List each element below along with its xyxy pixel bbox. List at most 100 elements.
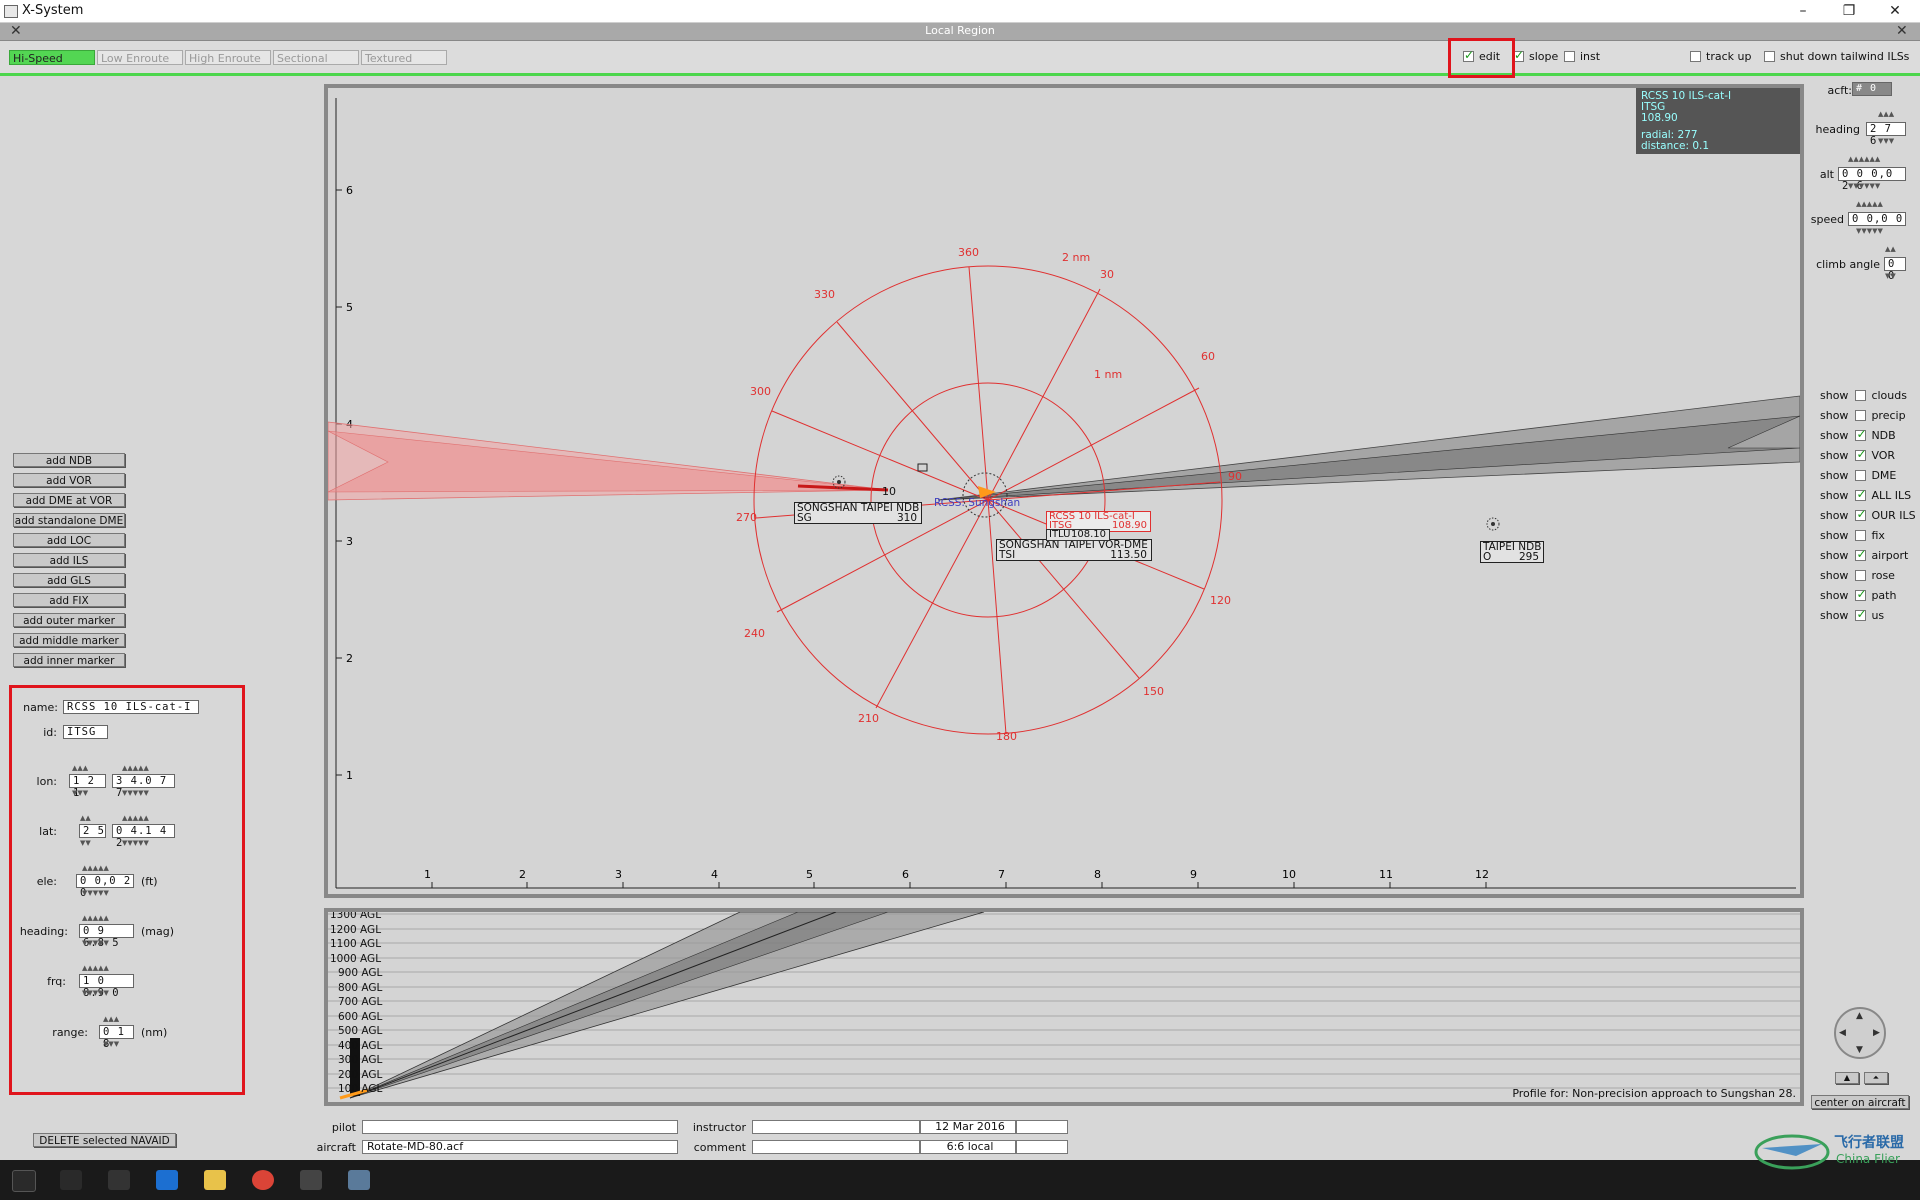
comment-field[interactable] — [752, 1140, 920, 1154]
range-field[interactable]: 0 1 8 — [99, 1025, 134, 1050]
time-field[interactable]: 6:6 local — [920, 1140, 1016, 1154]
checkbox-icon[interactable] — [1855, 507, 1867, 521]
checkbox-icon[interactable] — [1690, 51, 1701, 62]
range-up-arrows[interactable]: ▲▲▲ — [103, 1015, 119, 1023]
inst-checkbox[interactable]: inst — [1564, 50, 1600, 63]
add-gls-button[interactable]: add GLS — [13, 573, 125, 587]
lon-deg-field[interactable]: 1 2 1 — [69, 774, 106, 799]
checkbox-icon[interactable] — [1564, 51, 1575, 62]
navaid-label-taipei-ndb[interactable]: TAIPEI NDB O 295 — [1480, 541, 1544, 563]
acft-alt-field[interactable]: 0 0 0,0 2 6 — [1838, 167, 1906, 192]
extra-field-2[interactable] — [1016, 1140, 1068, 1154]
acft-select[interactable]: # 0 — [1852, 82, 1892, 96]
checkbox-icon[interactable] — [1855, 470, 1867, 481]
show-airport-row[interactable]: show airport — [1820, 547, 1908, 562]
acft-climb-up-arrows[interactable]: ▲▲ — [1885, 245, 1896, 253]
add-vor-button[interactable]: add VOR — [13, 473, 125, 487]
close-window-button[interactable]: ✕ — [1872, 0, 1918, 22]
show-rose-row[interactable]: show rose — [1820, 569, 1895, 582]
pan-up-icon[interactable]: ▲ — [1856, 1011, 1863, 1021]
track-up-checkbox[interactable]: track up — [1690, 50, 1751, 63]
frq-down-arrows[interactable]: ▼▼▼▼▼ — [82, 989, 109, 997]
acft-speed-down-arrows[interactable]: ▼▼▼▼▼ — [1856, 227, 1883, 235]
pan-control[interactable]: ▲ ▼ ◀ ▶ — [1834, 1007, 1886, 1059]
add-outer-marker-button[interactable]: add outer marker — [13, 613, 125, 627]
lon-deg-up-arrows[interactable]: ▲▲▲ — [72, 764, 88, 772]
checkbox-icon[interactable] — [1764, 51, 1775, 62]
start-icon[interactable] — [12, 1170, 36, 1192]
lat-deg-field[interactable]: 2 5 — [79, 824, 106, 838]
task-view-icon[interactable] — [108, 1170, 130, 1190]
add-inner-marker-button[interactable]: add inner marker — [13, 653, 125, 667]
zoom-in-button[interactable]: ▲ — [1835, 1072, 1859, 1084]
show-us-row[interactable]: show us — [1820, 607, 1884, 622]
frq-up-arrows[interactable]: ▲▲▲▲▲ — [82, 964, 109, 972]
acft-heading-up-arrows[interactable]: ▲▲▲ — [1878, 110, 1894, 118]
lon-min-up-arrows[interactable]: ▲▲▲▲▲ — [122, 764, 149, 772]
add-middle-marker-button[interactable]: add middle marker — [13, 633, 125, 647]
slope-checkbox[interactable]: slope — [1513, 48, 1558, 63]
lon-min-down-arrows[interactable]: ▼▼▼▼▼ — [122, 789, 149, 797]
show-path-row[interactable]: show path — [1820, 587, 1896, 602]
navaid-label-songshan-vor[interactable]: SONGSHAN TAIPEI VOR-DME TSI 113.50 — [996, 539, 1152, 561]
acft-alt-up-arrows[interactable]: ▲▲▲▲▲▲ — [1848, 155, 1880, 163]
region-close-right-icon[interactable]: ✕ — [1896, 23, 1908, 39]
heading-down-arrows[interactable]: ▼▼▼▼▼ — [82, 939, 109, 947]
add-loc-button[interactable]: add LOC — [13, 533, 125, 547]
ele-up-arrows[interactable]: ▲▲▲▲▲ — [82, 864, 109, 872]
checkbox-icon[interactable] — [1855, 587, 1867, 601]
checkbox-icon[interactable] — [1855, 487, 1867, 501]
delete-navaid-button[interactable]: DELETE selected NAVAID — [33, 1133, 176, 1147]
checkbox-icon[interactable] — [1855, 427, 1867, 441]
aircraft-field[interactable]: Rotate-MD-80.acf — [362, 1140, 678, 1154]
id-field[interactable]: ITSG — [63, 725, 108, 739]
ndb-taipei-icon[interactable] — [1486, 517, 1500, 531]
shut-down-tailwind-checkbox[interactable]: shut down tailwind ILSs — [1764, 50, 1909, 63]
show-clouds-row[interactable]: show clouds — [1820, 389, 1907, 402]
region-close-left-icon[interactable]: ✕ — [10, 23, 22, 39]
xsystem-taskbar-icon[interactable] — [348, 1170, 370, 1190]
checkbox-icon[interactable] — [1855, 547, 1867, 561]
add-dme-at-vor-button[interactable]: add DME at VOR — [13, 493, 125, 507]
acft-heading-down-arrows[interactable]: ▼▼▼ — [1878, 137, 1894, 145]
app-icon-taskbar[interactable] — [300, 1170, 322, 1190]
chrome-icon[interactable] — [252, 1170, 274, 1190]
pan-left-icon[interactable]: ◀ — [1839, 1028, 1846, 1038]
restore-button[interactable]: ❐ — [1826, 0, 1872, 22]
pan-down-icon[interactable]: ▼ — [1856, 1045, 1863, 1055]
lat-deg-down-arrows[interactable]: ▼▼ — [80, 839, 91, 847]
checkbox-icon[interactable] — [1855, 607, 1867, 621]
date-field[interactable]: 12 Mar 2016 — [920, 1120, 1016, 1134]
ils-label-itlu[interactable]: ITLU 108.10 — [1046, 529, 1110, 541]
checkbox-icon[interactable] — [1855, 447, 1867, 461]
add-fix-button[interactable]: add FIX — [13, 593, 125, 607]
ele-field[interactable]: 0 0,0 2 0 — [76, 874, 134, 899]
frq-field[interactable]: 1 0 8.9 0 — [79, 974, 134, 999]
checkbox-icon[interactable] — [1855, 570, 1867, 581]
pilot-field[interactable] — [362, 1120, 678, 1134]
edge-icon[interactable] — [156, 1170, 178, 1190]
extra-field-1[interactable] — [1016, 1120, 1068, 1134]
zoom-out-button[interactable]: ⏶ — [1864, 1072, 1888, 1084]
tab-hi-speed[interactable]: Hi-Speed — [9, 50, 95, 65]
show-precip-row[interactable]: show precip — [1820, 409, 1906, 422]
show-dme-row[interactable]: show DME — [1820, 469, 1896, 482]
tab-high-enroute[interactable]: High Enroute — [185, 50, 271, 65]
lat-deg-up-arrows[interactable]: ▲▲ — [80, 814, 91, 822]
show-our-ils-row[interactable]: show OUR ILS — [1820, 507, 1916, 522]
center-on-aircraft-button[interactable]: center on aircraft — [1811, 1095, 1909, 1109]
tab-low-enroute[interactable]: Low Enroute — [97, 50, 183, 65]
lat-min-up-arrows[interactable]: ▲▲▲▲▲ — [122, 814, 149, 822]
acft-speed-field[interactable]: 0 0,0 0 — [1848, 212, 1906, 226]
show-ndb-row[interactable]: show NDB — [1820, 427, 1896, 442]
checkbox-icon[interactable] — [1855, 410, 1867, 421]
heading-field[interactable]: 0 9 6.8 5 — [79, 924, 134, 949]
acft-heading-field[interactable]: 2 7 6 — [1866, 122, 1906, 147]
heading-up-arrows[interactable]: ▲▲▲▲▲ — [82, 914, 109, 922]
show-vor-row[interactable]: show VOR — [1820, 447, 1895, 462]
add-ndb-button[interactable]: add NDB — [13, 453, 125, 467]
show-fix-row[interactable]: show fix — [1820, 529, 1885, 542]
checkbox-icon[interactable] — [1855, 530, 1867, 541]
show-all-ils-row[interactable]: show ALL ILS — [1820, 487, 1911, 502]
add-ils-button[interactable]: add ILS — [13, 553, 125, 567]
